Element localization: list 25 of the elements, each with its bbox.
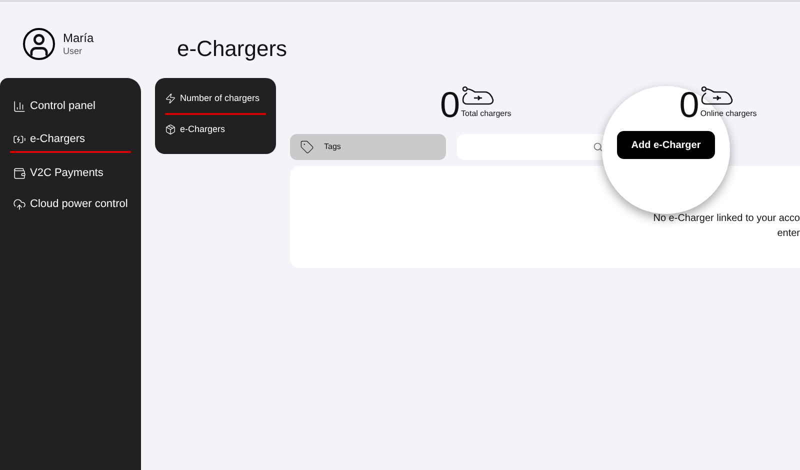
box-icon xyxy=(165,124,176,135)
user-name: María xyxy=(63,30,94,46)
tags-button[interactable]: Tags xyxy=(290,134,446,160)
add-charger-button[interactable]: Add e-Charger xyxy=(617,131,715,159)
page-title: e-Chargers xyxy=(177,38,288,60)
sidebar-item[interactable]: e-Chargers xyxy=(10,127,131,153)
stat-value: 0 xyxy=(679,90,700,120)
bar-chart-icon xyxy=(13,100,26,113)
user-avatar-icon xyxy=(23,28,55,60)
empty-message: enter xyxy=(777,227,800,241)
sidebar-item[interactable]: Control panel xyxy=(10,96,131,117)
stat-label: Online chargers xyxy=(700,108,757,120)
empty-message: No e-Charger linked to your acco xyxy=(653,212,800,226)
lightning-icon xyxy=(165,93,176,104)
wallet-icon xyxy=(13,167,26,180)
sidebar-item[interactable]: Cloud power control xyxy=(10,194,131,215)
search-icon xyxy=(593,142,603,152)
stat-label: Total chargers xyxy=(461,108,512,120)
submenu-item[interactable]: Number of chargers xyxy=(165,92,266,114)
sidebar-item[interactable]: V2C Payments xyxy=(10,163,131,184)
stat-value: 0 xyxy=(440,90,460,120)
user-role: User xyxy=(63,46,84,58)
submenu-item[interactable]: e-Chargers xyxy=(165,122,266,136)
cloud-upload-icon xyxy=(13,198,26,211)
tag-icon xyxy=(300,140,314,154)
